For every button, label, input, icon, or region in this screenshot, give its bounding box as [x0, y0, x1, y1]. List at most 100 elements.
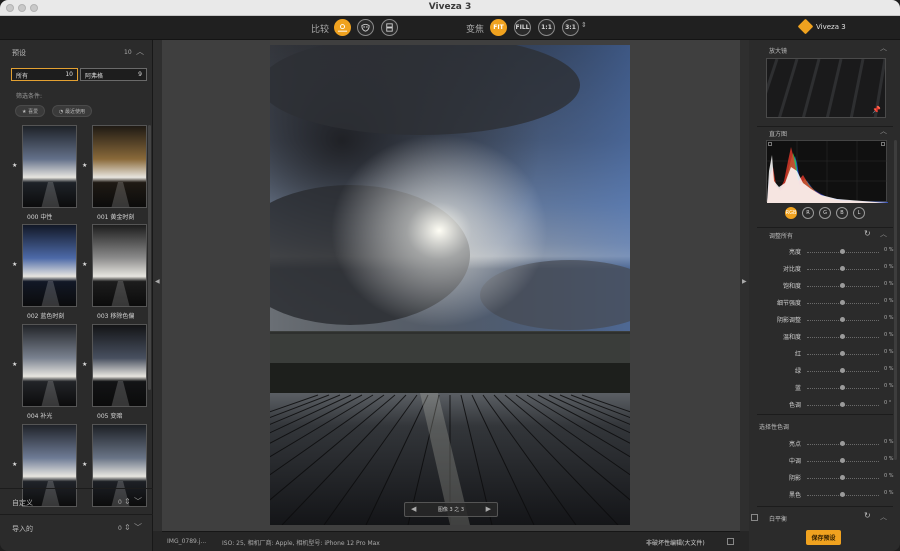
window-title: Viveza 3 — [428, 2, 472, 12]
slider-handle[interactable] — [840, 351, 845, 356]
favorite-star-icon[interactable]: ★ — [12, 162, 17, 169]
preset-label: 003 移除色偏 — [97, 313, 135, 320]
adjustments-scrollbar[interactable] — [894, 140, 897, 460]
slider-handle[interactable] — [840, 334, 845, 339]
favorite-star-icon[interactable]: ★ — [12, 261, 17, 268]
tab-afege[interactable]: 阿弗格 9 — [80, 68, 147, 81]
preset-thumbnail — [22, 125, 77, 208]
slider-handle[interactable] — [840, 385, 845, 390]
slider-row[interactable]: 温和度 0 % — [749, 331, 900, 343]
favorite-star-icon[interactable]: ★ — [12, 461, 17, 468]
pin-icon[interactable]: 📌 — [872, 106, 881, 114]
slider-row[interactable]: 阴影调整 0 % — [749, 314, 900, 326]
slider-handle[interactable] — [840, 402, 845, 407]
slider-handle[interactable] — [840, 317, 845, 322]
tab-all[interactable]: 所有 10 — [11, 68, 78, 81]
slider-handle[interactable] — [840, 475, 845, 480]
preset-label: 002 蓝色时刻 — [27, 313, 65, 320]
reset-icon[interactable]: ↻ — [864, 511, 871, 520]
slider-handle[interactable] — [840, 266, 845, 271]
save-preset-button[interactable]: 保存预设 — [806, 530, 841, 545]
collapse-chevron-icon[interactable]: ︿ — [880, 43, 887, 53]
collapse-chevron-icon[interactable]: ︿ — [880, 229, 887, 239]
favorite-star-icon[interactable]: ★ — [82, 461, 87, 468]
selective-tone-title: 选择性色调 — [759, 424, 790, 431]
slider-handle[interactable] — [840, 441, 845, 446]
shadow-clip-toggle[interactable] — [768, 142, 772, 146]
slider-handle[interactable] — [840, 458, 845, 463]
preset-item[interactable] — [92, 224, 147, 307]
channel-rgb-button[interactable]: RGB — [785, 207, 797, 219]
filter-favorites-pill[interactable]: ★ 喜爱 — [15, 105, 46, 117]
preset-scrollbar[interactable] — [148, 125, 151, 390]
preset-thumbnail — [22, 224, 77, 307]
reset-icon[interactable]: ↻ — [864, 229, 871, 238]
highlight-clip-toggle[interactable] — [881, 142, 885, 146]
divider — [757, 227, 893, 228]
slider-handle[interactable] — [840, 368, 845, 373]
slider-label: 饱和度 — [782, 283, 801, 290]
presets-panel: 预设 10 ︿ 所有 10 阿弗格 9 筛选条件: ★ 喜爱 ◔ 最近使用 ★ 0… — [0, 40, 153, 551]
slider-row[interactable]: 阴影 0 % — [749, 472, 900, 484]
slider-row[interactable]: 绿 0 % — [749, 365, 900, 377]
collapse-chevron-icon[interactable]: ︿ — [880, 126, 887, 136]
filter-recent-pill[interactable]: ◔ 最近使用 — [52, 105, 92, 117]
compare-split-button[interactable] — [334, 19, 351, 36]
zoom-1-1-button[interactable]: 1:1 — [538, 19, 555, 36]
channel-l-button[interactable]: L — [853, 207, 865, 219]
white-balance-checkbox[interactable] — [751, 514, 758, 521]
stepper-icon: ⇕ — [124, 497, 131, 506]
favorite-star-icon[interactable]: ★ — [82, 162, 87, 169]
slider-row[interactable]: 色调 0 ° — [749, 399, 900, 411]
slider-row[interactable]: 中调 0 % — [749, 455, 900, 467]
custom-section[interactable]: 自定义 0 ⇕ ﹀ — [0, 488, 153, 512]
channel-r-button[interactable]: R — [802, 207, 814, 219]
favorite-star-icon[interactable]: ★ — [12, 361, 17, 368]
collapse-chevron-icon[interactable]: ︿ — [880, 512, 887, 522]
preset-item[interactable] — [92, 125, 147, 208]
slider-handle[interactable] — [840, 300, 845, 305]
channel-g-button[interactable]: G — [819, 207, 831, 219]
favorite-star-icon[interactable]: ★ — [82, 261, 87, 268]
left-panel-toggle[interactable]: ◀ — [153, 40, 162, 531]
slider-row[interactable]: 亮点 0 % — [749, 438, 900, 450]
slider-handle[interactable] — [840, 249, 845, 254]
main-photo[interactable] — [270, 45, 630, 525]
image-viewer: ◀ 图像 3 之 3 ▶ — [162, 40, 740, 531]
preset-item[interactable] — [22, 224, 77, 307]
collapse-chevron-icon[interactable]: ︿ — [136, 46, 144, 57]
slider-row[interactable]: 亮度 0 % — [749, 246, 900, 258]
nondestructive-checkbox[interactable] — [727, 538, 734, 545]
slider-row[interactable]: 对比度 0 % — [749, 263, 900, 275]
stepper-icon: ⇕ — [124, 523, 131, 532]
slider-row[interactable]: 饱和度 0 % — [749, 280, 900, 292]
slider-label: 黑色 — [788, 492, 801, 499]
zoom-fill-button[interactable]: FILL — [514, 19, 531, 36]
favorite-star-icon[interactable]: ★ — [82, 361, 87, 368]
slider-value: 0 % — [884, 298, 894, 304]
preset-item[interactable] — [92, 324, 147, 407]
next-image-button[interactable]: ▶ — [486, 505, 491, 513]
right-panel-toggle[interactable]: ▶ — [740, 40, 749, 531]
preset-item[interactable] — [22, 125, 77, 208]
channel-b-button[interactable]: B — [836, 207, 848, 219]
slider-label: 蓝 — [794, 385, 801, 392]
imported-section[interactable]: 导入的 0 ⇕ ﹀ — [0, 514, 153, 538]
collapse-right-icon: ▶ — [742, 278, 747, 285]
compare-stack-button[interactable] — [381, 19, 398, 36]
slider-row[interactable]: 红 0 % — [749, 348, 900, 360]
slider-row[interactable]: 黑色 0 % — [749, 489, 900, 501]
compare-side-button[interactable] — [357, 19, 374, 36]
slider-handle[interactable] — [840, 492, 845, 497]
status-bar: IMG_0789.j... ISO: 25, 相机厂商: Apple, 相机型号… — [162, 531, 740, 551]
slider-row[interactable]: 蓝 0 % — [749, 382, 900, 394]
slider-handle[interactable] — [840, 283, 845, 288]
tab-all-count: 10 — [65, 71, 73, 78]
zoom-3-1-button[interactable]: 3:1 — [562, 19, 579, 36]
slider-row[interactable]: 细节强度 0 % — [749, 297, 900, 309]
compare-label: 比较 — [311, 25, 330, 35]
image-navigator: ◀ 图像 3 之 3 ▶ — [404, 502, 498, 517]
zoom-stepper-icon[interactable]: ⇕ — [581, 21, 587, 29]
zoom-fit-button[interactable]: FIT — [490, 19, 507, 36]
preset-item[interactable] — [22, 324, 77, 407]
